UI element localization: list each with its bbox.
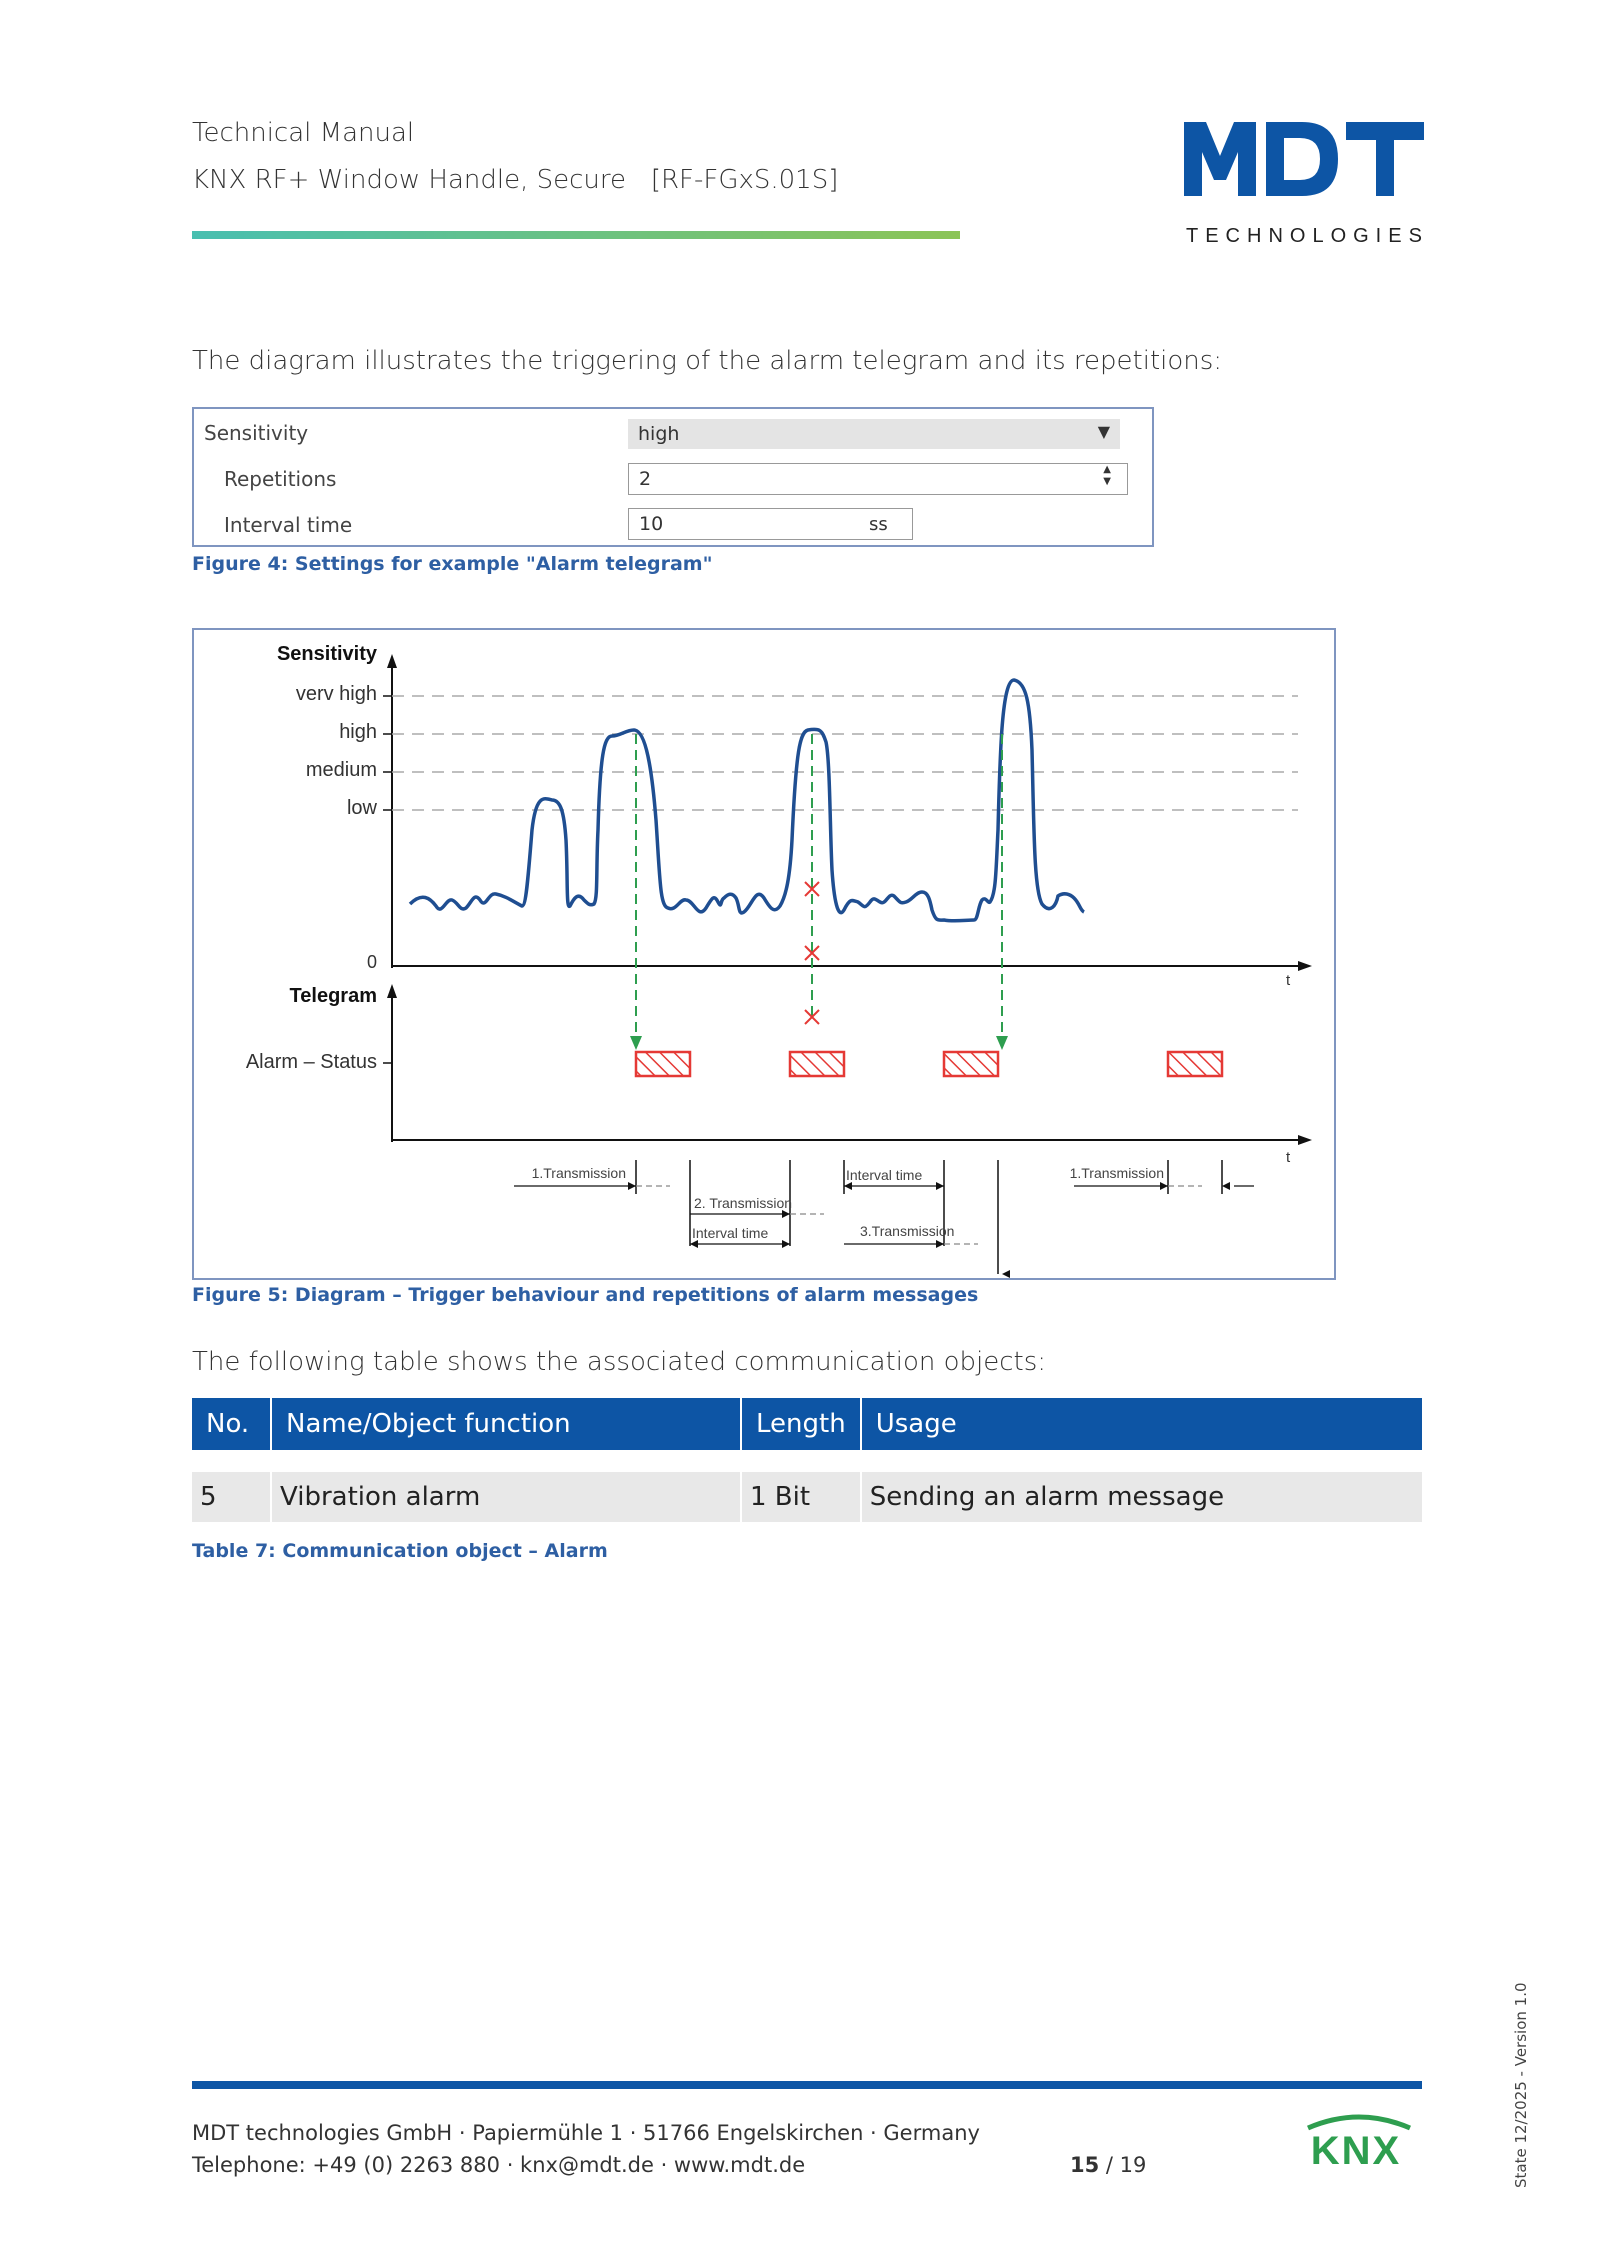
trigger-diagram: Sensitivity t verv high high medium low … <box>192 628 1336 1280</box>
timing-interval-time-1: Interval time <box>692 1225 768 1241</box>
table-header-row: No. Name/Object function Length Usage <box>192 1398 1422 1450</box>
version-state: State 12/2025 - Version 1.0 <box>1512 1982 1530 2188</box>
footer-address: MDT technologies GmbH · Papiermühle 1 · … <box>192 2121 980 2145</box>
level-high: high <box>339 721 377 743</box>
document-title: Technical Manual <box>192 118 415 148</box>
repetitions-input[interactable]: 2 ▲ ▼ <box>628 463 1128 495</box>
sensitivity-value: high <box>638 423 680 445</box>
trigger-arrow-icon <box>630 1036 642 1050</box>
col-length: Length <box>741 1398 862 1450</box>
timing-1-transmission: 1.Transmission <box>532 1165 626 1181</box>
sensitivity-axis-title: Sensitivity <box>277 643 378 665</box>
level-medium: medium <box>306 759 377 781</box>
alarm-telegram-block <box>634 1050 692 1078</box>
table-7-caption: Table 7: Communication object – Alarm <box>192 1540 608 1562</box>
sensitivity-select[interactable]: high ▼ <box>628 419 1120 449</box>
header-divider <box>192 231 960 239</box>
level-very-high: verv high <box>296 683 377 705</box>
timing-3-transmission: 3.Transmission <box>860 1223 954 1239</box>
cell-length: 1 Bit <box>741 1472 862 1522</box>
t-axis-label-2: t <box>1286 1149 1291 1166</box>
dropdown-arrow-icon: ▼ <box>1097 422 1110 441</box>
repetitions-value: 2 <box>639 468 652 490</box>
interval-time-value: 10 <box>639 513 664 535</box>
col-name: Name/Object function <box>271 1398 742 1450</box>
document-subtitle: KNX RF+ Window Handle, Secure [RF-FGxS.0… <box>192 165 839 195</box>
interval-time-input[interactable]: 10 ss <box>628 508 913 540</box>
sensitivity-label: Sensitivity <box>204 421 309 445</box>
timing-1-transmission-b: 1.Transmission <box>1070 1165 1164 1181</box>
cell-usage: Sending an alarm message <box>860 1472 1422 1522</box>
page-number: 15 / 19 <box>1070 2153 1147 2177</box>
svg-text:TECHNOLOGIES: TECHNOLOGIES <box>1186 225 1424 247</box>
telegram-axis-title: Telegram <box>290 985 377 1007</box>
footer-divider <box>192 2081 1422 2089</box>
cell-no: 5 <box>192 1472 272 1522</box>
sensitivity-signal <box>408 678 1085 923</box>
knx-logo: KNX <box>1307 2114 1411 2172</box>
figure-5-caption: Figure 5: Diagram – Trigger behaviour an… <box>192 1284 979 1306</box>
level-zero: 0 <box>367 952 377 972</box>
timing-interval-time-2: Interval time <box>846 1167 922 1183</box>
col-usage: Usage <box>860 1398 1422 1450</box>
repetitions-label: Repetitions <box>224 467 337 491</box>
footer-contact: Telephone: +49 (0) 2263 880 · knx@mdt.de… <box>192 2153 806 2177</box>
intro-text: The diagram illustrates the triggering o… <box>192 346 1223 376</box>
cell-name: Vibration alarm <box>271 1472 742 1522</box>
col-no: No. <box>192 1398 272 1450</box>
spinner-icon[interactable]: ▲ ▼ <box>1103 464 1111 488</box>
table-intro-text: The following table shows the associated… <box>192 1347 1047 1377</box>
table-row: 5 Vibration alarm 1 Bit Sending an alarm… <box>192 1472 1422 1522</box>
level-low: low <box>347 797 378 819</box>
settings-panel: Sensitivity high ▼ Repetitions 2 ▲ ▼ Inte… <box>192 407 1154 547</box>
interval-time-unit: ss <box>869 514 888 535</box>
t-axis-label-1: t <box>1286 972 1291 989</box>
svg-text:KNX: KNX <box>1311 2129 1401 2172</box>
alarm-telegram-block <box>788 1050 846 1078</box>
mdt-logo: TECHNOLOGIES <box>1184 122 1424 247</box>
interval-time-label: Interval time <box>224 513 353 537</box>
figure-4-caption: Figure 4: Settings for example "Alarm te… <box>192 553 713 575</box>
alarm-telegram-block <box>1166 1050 1224 1078</box>
timing-2-transmission: 2. Transmission <box>694 1195 792 1211</box>
communication-object-table: No. Name/Object function Length Usage 5 … <box>192 1398 1422 1522</box>
trigger-arrow-icon <box>996 1036 1008 1050</box>
alarm-telegram-block <box>942 1050 1000 1078</box>
alarm-status-label: Alarm – Status <box>246 1051 377 1073</box>
